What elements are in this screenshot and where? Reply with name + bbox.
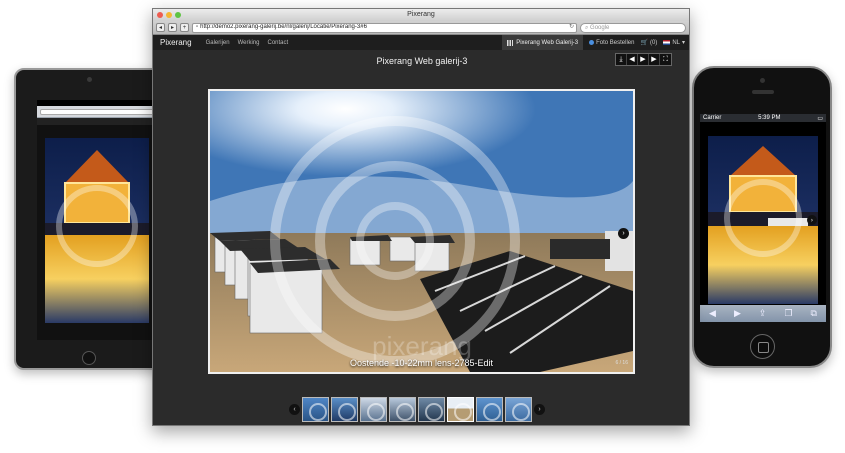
svg-text:›: › <box>811 217 813 224</box>
watermark-text: pixerang <box>372 331 472 361</box>
maximize-icon[interactable] <box>175 12 181 18</box>
gallery-title: Pixerang Web galerij-3 <box>376 56 468 66</box>
language-selector[interactable]: NL ▾ <box>663 39 685 46</box>
nav-werking[interactable]: Werking <box>234 40 264 46</box>
ipad-device <box>14 68 164 370</box>
site-brand[interactable]: Pixerang <box>153 38 202 47</box>
order-photo-label: Foto Bestellen <box>596 39 635 46</box>
screenshot-stage: Carrier 5:39 PM ▭ › ◀ ▶ ⇪ ❐ ⧉ Pixerang ◂… <box>0 0 845 453</box>
dutch-flag-icon <box>663 40 671 45</box>
navbar-right: Pixerang Web Galerij-3 Foto Bestellen 🛒 … <box>502 35 685 50</box>
forward-button[interactable]: ▸ <box>168 23 177 32</box>
thumbnail-strip: ‹ › <box>289 397 545 422</box>
battery-icon: ▭ <box>817 115 823 122</box>
next-icon[interactable]: ▶ <box>649 54 660 65</box>
thumbnail-4[interactable] <box>389 397 416 422</box>
thumbnail-6[interactable] <box>447 397 474 422</box>
address-bar[interactable]: ▫ http://demo2.pixerang-galerij.be/nl/ga… <box>192 22 577 33</box>
order-photo-link[interactable]: Foto Bestellen <box>589 40 634 46</box>
ipad-screen <box>37 100 157 340</box>
back-button[interactable]: ◂ <box>156 23 165 32</box>
thumbnail-8[interactable] <box>505 397 532 422</box>
window-title: Pixerang <box>407 11 435 18</box>
nav-galerijen[interactable]: Galerijen <box>202 40 234 46</box>
download-icon[interactable]: ⤓ <box>616 54 627 65</box>
window-controls <box>157 12 181 18</box>
grid-icon <box>507 39 514 46</box>
iphone-time: 5:39 PM <box>758 115 781 121</box>
language-label: NL <box>672 39 680 46</box>
fullscreen-icon[interactable]: ⛶ <box>660 54 671 65</box>
iphone-camera <box>760 78 765 83</box>
info-icon <box>589 40 595 45</box>
ipad-camera <box>87 77 92 82</box>
thumbnail-7[interactable] <box>476 397 503 422</box>
iphone-device: Carrier 5:39 PM ▭ › ◀ ▶ ⇪ ❐ ⧉ <box>692 66 832 368</box>
share-icon[interactable]: ⇪ <box>759 308 767 319</box>
bookmarks-icon[interactable]: ❐ <box>784 308 792 319</box>
iphone-status-bar: Carrier 5:39 PM ▭ <box>700 114 826 122</box>
chevron-down-icon: ▾ <box>681 40 685 46</box>
close-icon[interactable] <box>157 12 163 18</box>
active-gallery-label: Pixerang Web Galerij-3 <box>516 39 579 46</box>
ipad-address-field[interactable] <box>40 108 154 115</box>
iphone-carousel-photo: › <box>708 136 818 304</box>
window-titlebar: Pixerang <box>153 9 689 21</box>
iphone-safari-toolbar: ◀ ▶ ⇪ ❐ ⧉ <box>700 305 826 322</box>
ipad-site-nav <box>37 118 157 125</box>
thumbs-next-button[interactable]: › <box>534 404 545 415</box>
ipad-home-button <box>82 351 96 365</box>
thumbs-prev-button[interactable]: ‹ <box>289 404 300 415</box>
iphone-screen: Carrier 5:39 PM ▭ › ◀ ▶ ⇪ ❐ ⧉ <box>700 114 826 322</box>
photo-counter: 6 / 16 <box>615 360 628 366</box>
ipad-url-bar[interactable] <box>37 106 157 118</box>
forward-icon[interactable]: ▶ <box>734 308 741 319</box>
thumbnail-5[interactable] <box>418 397 445 422</box>
thumbnail-1[interactable] <box>302 397 329 422</box>
thumbnail-2[interactable] <box>331 397 358 422</box>
reload-icon[interactable]: ↻ <box>569 24 576 32</box>
iphone-speaker <box>752 90 774 94</box>
minimize-icon[interactable] <box>166 12 172 18</box>
cart-count: (0) <box>649 39 658 46</box>
cart-link[interactable]: 🛒 (0) <box>640 39 658 47</box>
ipad-carousel-photo <box>45 138 149 323</box>
iphone-home-button <box>750 334 775 359</box>
cart-icon: 🛒 <box>640 40 648 46</box>
add-bookmark-button[interactable]: + <box>180 23 189 32</box>
page-icon: ▫ <box>196 24 199 30</box>
site-navbar: Pixerang Galerijen Werking Contact Pixer… <box>153 35 689 50</box>
search-placeholder: Google <box>590 24 610 31</box>
play-icon[interactable]: ▶ <box>638 54 649 65</box>
iphone-carrier: Carrier <box>703 115 722 121</box>
main-photo[interactable]: pixerang › Oostende -10-22mm lens-2785-E… <box>208 89 635 374</box>
browser-window: Pixerang ◂ ▸ + ▫ http://demo2.pixerang-g… <box>152 8 690 426</box>
nav-contact[interactable]: Contact <box>264 40 293 46</box>
photo-caption: Oostende -10-22mm lens-2785-Edit <box>349 358 494 368</box>
active-gallery-tab[interactable]: Pixerang Web Galerij-3 <box>502 35 584 50</box>
search-field[interactable]: ⌕ Google <box>580 22 686 33</box>
prev-icon[interactable]: ◀ <box>627 54 638 65</box>
thumbnail-3[interactable] <box>360 397 387 422</box>
photo-next-button[interactable]: › <box>618 228 629 239</box>
slideshow-controls: ⤓ ◀ ▶ ▶ ⛶ <box>615 53 672 66</box>
beach-cabins-photo: pixerang <box>210 91 633 372</box>
browser-toolbar: ◂ ▸ + ▫ http://demo2.pixerang-galerij.be… <box>153 21 689 35</box>
tabs-icon[interactable]: ⧉ <box>811 308 817 319</box>
back-icon[interactable]: ◀ <box>709 308 716 319</box>
address-url: http://demo2.pixerang-galerij.be/nl/gale… <box>200 24 367 30</box>
